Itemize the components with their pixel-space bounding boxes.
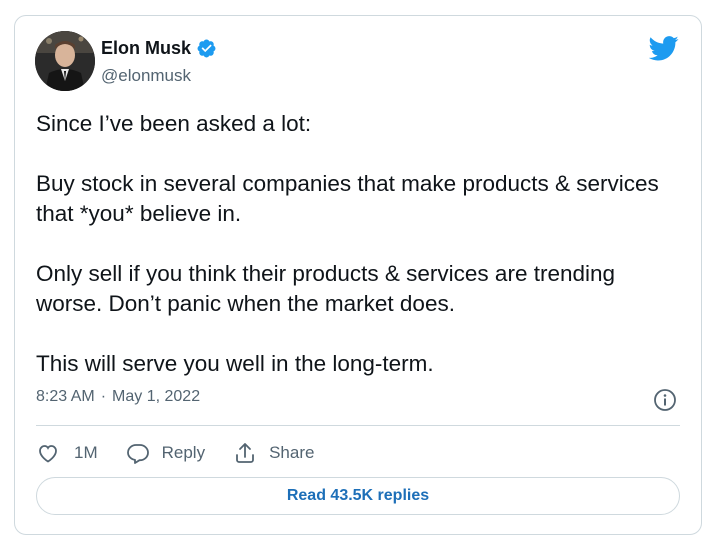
- author-name[interactable]: Elon Musk: [101, 38, 191, 59]
- verified-badge-icon: [197, 39, 216, 58]
- tweet-date[interactable]: May 1, 2022: [112, 388, 200, 406]
- tweet-time[interactable]: 8:23 AM: [36, 388, 95, 406]
- tweet-paragraph: This will serve you well in the long-ter…: [36, 351, 434, 376]
- reply-button[interactable]: Reply: [126, 441, 205, 465]
- divider: [36, 425, 680, 426]
- tweet-text: Since I’ve been asked a lot: Buy stock i…: [36, 109, 676, 379]
- reply-bubble-icon: [126, 444, 149, 464]
- tweet-paragraph: Since I’ve been asked a lot:: [36, 111, 312, 136]
- tweet-timestamp[interactable]: 8:23 AM · May 1, 2022: [36, 388, 200, 406]
- twitter-bird-icon[interactable]: [649, 36, 679, 61]
- tweet-actions: 1M Reply Share: [36, 438, 342, 468]
- info-icon[interactable]: [653, 388, 677, 412]
- share-button[interactable]: Share: [233, 441, 314, 465]
- tweet-paragraph: Buy stock in several companies that make…: [36, 171, 659, 226]
- avatar[interactable]: [35, 31, 95, 91]
- tweet-card: Elon Musk @elonmusk Since I’ve been aske…: [14, 15, 702, 535]
- share-label: Share: [269, 443, 315, 462]
- author-name-row[interactable]: Elon Musk: [101, 38, 217, 59]
- like-button[interactable]: 1M: [36, 441, 98, 465]
- share-icon: [236, 443, 254, 463]
- meta-separator: ·: [100, 388, 107, 405]
- author-handle[interactable]: @elonmusk: [101, 66, 191, 86]
- tweet-paragraph: Only sell if you think their products & …: [36, 261, 616, 316]
- avatar-image: [35, 31, 95, 91]
- read-replies-button[interactable]: Read 43.5K replies: [36, 477, 680, 515]
- like-count: 1M: [74, 443, 98, 462]
- heart-icon: [39, 445, 57, 463]
- reply-label: Reply: [161, 443, 206, 462]
